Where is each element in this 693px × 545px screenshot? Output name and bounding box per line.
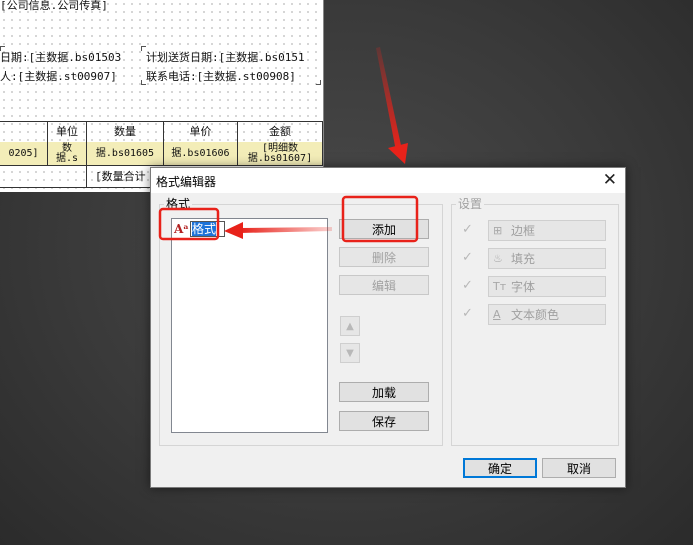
arrow-shaft: [376, 47, 402, 151]
format-list[interactable]: Aᵃ 格式: [171, 218, 328, 433]
table-cell: [0, 166, 87, 188]
table-cell-text: 据.s: [55, 152, 79, 164]
font-button[interactable]: Tт 字体: [488, 276, 606, 297]
table-cell: 数据.s: [48, 142, 87, 166]
dialog-titlebar[interactable]: 格式编辑器 ✕: [151, 168, 625, 193]
table-cell-text: 据.bs01607]: [247, 152, 313, 164]
table-header-cell: 单价: [164, 122, 238, 143]
sheet-person-field: 人:[主数据.st00907]: [0, 70, 117, 83]
font-icon: Tт: [493, 280, 507, 293]
format-group-label: 格式: [164, 197, 193, 211]
text-color-label: 文本颜色: [511, 308, 560, 322]
field-bracket: [316, 80, 321, 85]
table-cell-text: 0205]: [8, 147, 39, 159]
cancel-button[interactable]: 取消: [542, 458, 616, 478]
table-cell: 据.bs01605: [87, 142, 164, 166]
close-icon[interactable]: ✕: [603, 171, 617, 189]
checkmark-icon[interactable]: ✓: [462, 251, 476, 265]
sheet-date-field: 日期:[主数据.bs01503: [0, 51, 122, 64]
font-label: 字体: [511, 280, 536, 294]
ok-button[interactable]: 确定: [463, 458, 537, 478]
table-header-cell: 单位: [48, 122, 87, 143]
format-style-icon: Aᵃ: [174, 222, 189, 236]
report-sheet: [公司信息.公司传真] 日期:[主数据.bs01503 计划送货日期:[主数据.…: [0, 0, 324, 192]
settings-group-label: 设置: [456, 197, 485, 211]
table-cell: 据.bs01606: [164, 142, 238, 166]
table-header-cell: 数量: [87, 122, 164, 143]
sheet-delivery-date-field: 计划送货日期:[主数据.bs0151: [146, 51, 305, 64]
text-color-icon: A: [493, 308, 501, 321]
load-button[interactable]: 加载: [339, 382, 429, 402]
list-item[interactable]: Aᵃ 格式: [174, 221, 226, 237]
table-cell-text: 据.bs01606: [171, 147, 230, 159]
table-cell: [明细数 据.bs01607]: [238, 142, 323, 166]
text-color-button[interactable]: A 文本颜色: [488, 304, 606, 325]
settings-group: ✓ ⊞ 边框 ✓ ♨ 填充 ✓ Tт 字体 ✓ A 文本颜色: [451, 204, 619, 446]
table-header-cell: 金额: [238, 122, 323, 143]
checkmark-icon[interactable]: ✓: [462, 307, 476, 321]
fill-button[interactable]: ♨ 填充: [488, 248, 606, 269]
format-name-text: 格式: [192, 222, 217, 236]
table-cell: 0205]: [0, 142, 48, 166]
sheet-phone-field: 联系电话:[主数据.st00908]: [146, 70, 296, 83]
format-editor-dialog: 格式编辑器 ✕ 格式 Aᵃ 格式 添加 删除 编辑 ▲ ▼ 加载 保存 ✓ ⊞ 边…: [150, 167, 626, 488]
edit-button[interactable]: 编辑: [339, 275, 429, 295]
table-cell-top: 数: [62, 142, 72, 154]
border-label: 边框: [511, 224, 536, 238]
save-button[interactable]: 保存: [339, 411, 429, 431]
table-header-row: 单位 数量 单价 金额: [0, 121, 323, 143]
table-cell-text: 据.bs01605: [95, 147, 155, 159]
table-cell-top: [明细数: [261, 142, 299, 154]
checkmark-icon[interactable]: ✓: [462, 279, 476, 293]
dialog-title: 格式编辑器: [156, 175, 217, 189]
setting-fill: ✓ ♨ 填充: [460, 248, 620, 269]
sheet-fax-field: [公司信息.公司传真]: [0, 0, 108, 12]
arrow-up-icon: ▲: [346, 320, 354, 332]
fill-icon: ♨: [493, 252, 503, 265]
delete-button[interactable]: 删除: [339, 247, 429, 267]
fill-label: 填充: [511, 252, 536, 266]
border-icon: ⊞: [493, 224, 503, 237]
setting-border: ✓ ⊞ 边框: [460, 220, 620, 241]
move-down-button[interactable]: ▼: [340, 343, 360, 363]
move-up-button[interactable]: ▲: [340, 316, 360, 336]
table-row: 0205] 数据.s 据.bs01605 据.bs01606 [明细数 据.bs0…: [0, 142, 323, 166]
format-name-editor[interactable]: 格式: [190, 221, 226, 237]
table-header-cell: [0, 122, 48, 143]
setting-font: ✓ Tт 字体: [460, 276, 620, 297]
checkmark-icon[interactable]: ✓: [462, 223, 476, 237]
setting-text-color: ✓ A 文本颜色: [460, 304, 620, 325]
add-button[interactable]: 添加: [339, 219, 429, 239]
arrow-head: [388, 143, 408, 164]
arrow-down-icon: ▼: [346, 347, 354, 359]
border-button[interactable]: ⊞ 边框: [488, 220, 606, 241]
